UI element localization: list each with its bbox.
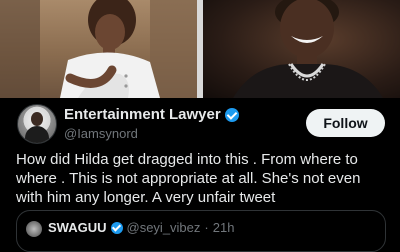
quoted-timestamp[interactable]: 21h — [213, 220, 235, 235]
avatar-head — [31, 112, 43, 126]
author-name-row: Entertainment Lawyer — [64, 106, 239, 123]
quoted-handle[interactable]: @seyi_vibez — [127, 220, 201, 235]
quoted-display-name[interactable]: SWAGUU — [48, 220, 107, 235]
photo-smiling-man[interactable] — [203, 0, 400, 98]
chef-illustration — [0, 0, 197, 98]
quoted-author-row: SWAGUU @seyi_vibez · 21h — [48, 220, 234, 235]
verified-badge-icon — [224, 107, 239, 122]
author-display-name[interactable]: Entertainment Lawyer — [64, 106, 221, 123]
man-illustration — [233, 0, 383, 98]
quoted-separator: · — [204, 220, 209, 235]
verified-badge-icon — [110, 221, 123, 234]
quoted-author-avatar[interactable] — [26, 221, 42, 237]
avatar-body — [25, 126, 49, 143]
tweet-text: How did Hilda get dragged into this . Fr… — [16, 151, 361, 206]
tweet-card: Entertainment Lawyer @Iamsynord Follow H… — [0, 98, 400, 252]
photo-woman-in-chef-jacket[interactable] — [0, 0, 197, 98]
photo-collage — [0, 0, 400, 98]
author-handle[interactable]: @Iamsynord — [64, 126, 138, 141]
author-avatar[interactable] — [17, 104, 57, 144]
follow-button[interactable]: Follow — [306, 109, 385, 137]
quoted-tweet[interactable]: SWAGUU @seyi_vibez · 21h — [16, 210, 386, 252]
